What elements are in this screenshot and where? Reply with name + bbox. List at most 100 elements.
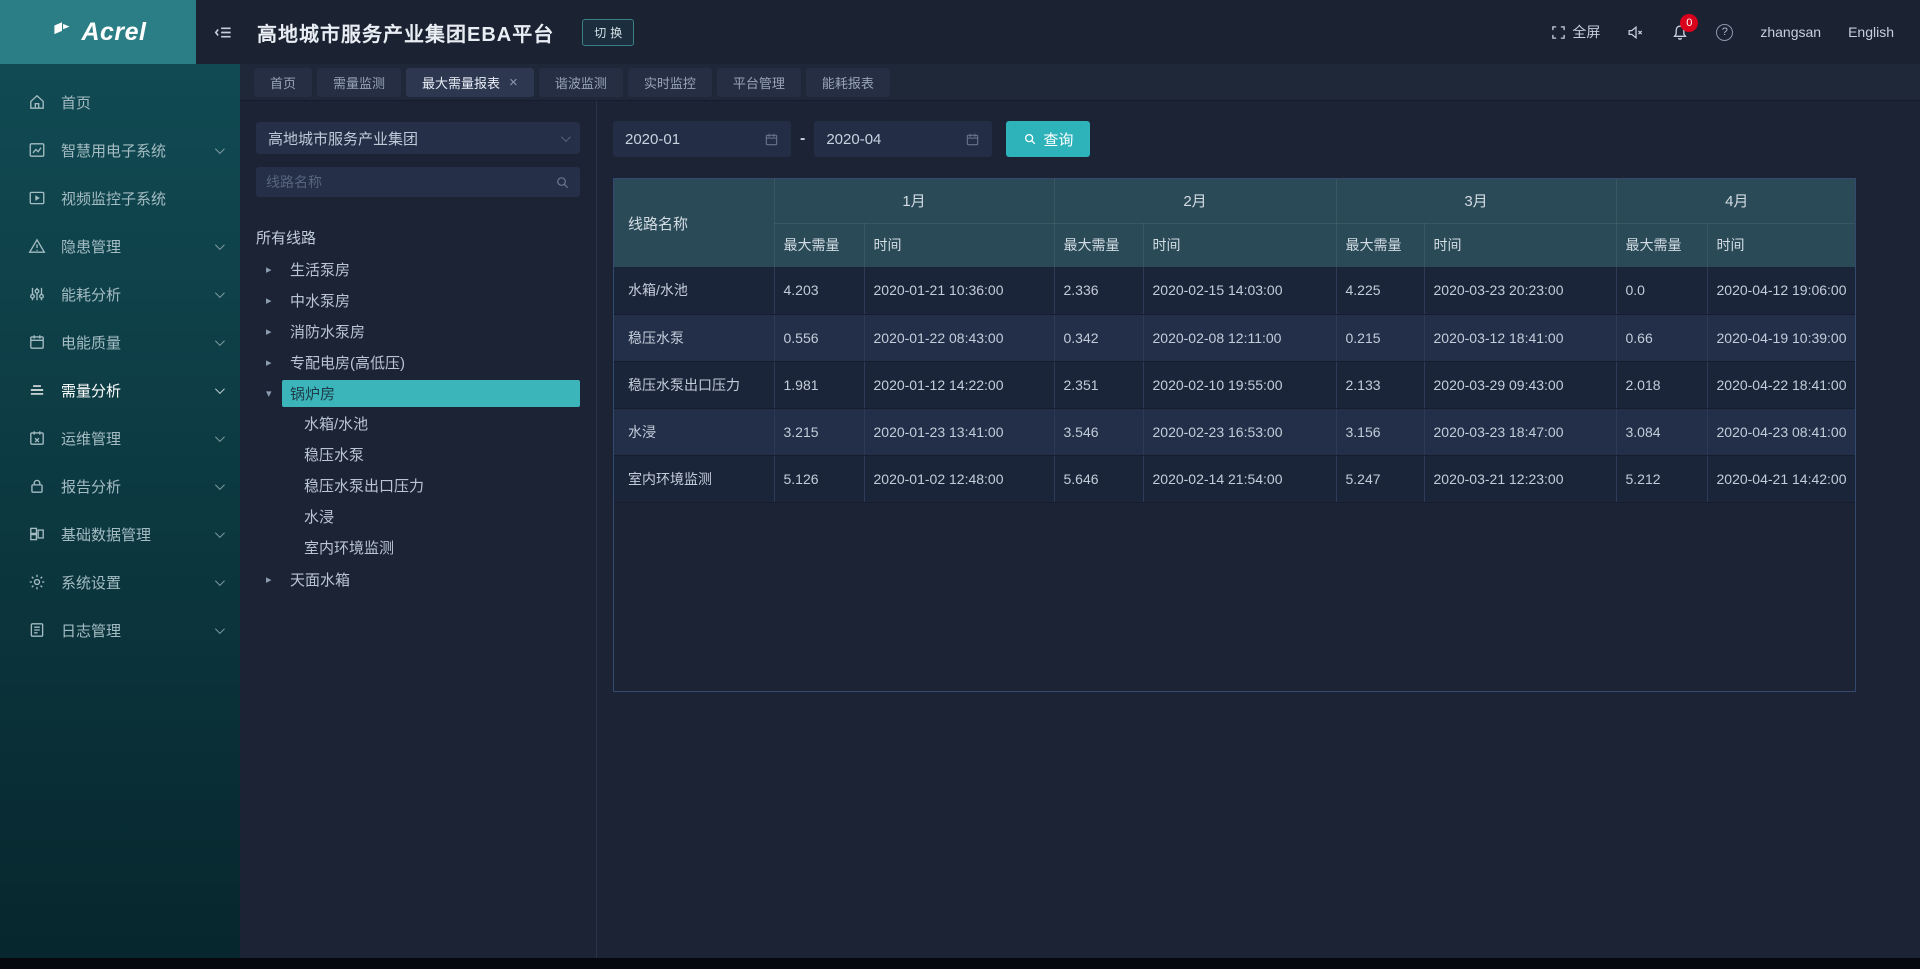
tree-expand-icon[interactable]: ▸ [266,573,282,586]
tab-label: 平台管理 [733,73,785,92]
tree-leaf[interactable]: 稳压水泵出口压力 [256,471,580,502]
tab-4[interactable]: 实时监控 [628,68,712,97]
sidebar-item-warning[interactable]: 隐患管理 [0,222,240,270]
sidebar-item-video[interactable]: 视频监控子系统 [0,174,240,222]
notifications-button[interactable]: 0 [1671,23,1689,41]
tree-leaf[interactable]: 水箱/水池 [256,409,580,440]
chevron-down-icon [215,432,225,442]
tab-0[interactable]: 首页 [254,68,312,97]
organization-select[interactable]: 高地城市服务产业集团 [256,122,580,154]
tree-node[interactable]: ▸ 消防水泵房 [256,316,580,347]
fullscreen-button[interactable]: 全屏 [1551,22,1600,42]
demand-cell: 0.215 [1336,314,1424,361]
table-row: 稳压水泵出口压力1.9812020-01-12 14:22:002.351202… [614,361,1856,408]
sliders-icon [28,285,46,303]
chart-icon [28,141,46,159]
database-icon [28,525,46,543]
chevron-down-icon [215,528,225,538]
sidebar-item-home[interactable]: 首页 [0,78,240,126]
query-button[interactable]: 查询 [1006,121,1090,157]
sidebar-item-maintenance[interactable]: 运维管理 [0,414,240,462]
list-icon [28,381,46,399]
demand-cell: 0.0 [1616,267,1707,314]
tree-node-label: 专配电房(高低压) [282,349,580,376]
tab-label: 需量监测 [333,73,385,92]
chevron-down-icon [561,132,571,142]
tree-leaf[interactable]: 室内环境监测 [256,533,580,564]
video-icon [28,189,46,207]
mute-icon[interactable] [1627,24,1644,41]
tree-node[interactable]: ▾ 锅炉房 [256,378,580,409]
sidebar-item-database[interactable]: 基础数据管理 [0,510,240,558]
horizontal-scrollbar-track[interactable] [0,958,1920,969]
tab-label: 最大需量报表 [422,73,500,92]
tab-1[interactable]: 需量监测 [317,68,401,97]
notification-badge: 0 [1680,14,1698,32]
demand-cell: 5.212 [1616,455,1707,502]
help-icon[interactable]: ? [1716,24,1733,41]
sidebar-item-lock[interactable]: 报告分析 [0,462,240,510]
close-icon[interactable]: × [509,75,518,90]
time-cell: 2020-02-15 14:03:00 [1143,267,1336,314]
username[interactable]: zhangsan [1760,24,1821,40]
lock-icon [28,477,46,495]
switch-button[interactable]: 切换 [582,19,634,46]
tree-leaf[interactable]: 水浸 [256,502,580,533]
time-cell: 2020-02-23 16:53:00 [1143,408,1336,455]
time-cell: 2020-04-21 14:42:00 [1707,455,1856,502]
sidebar-item-label: 首页 [61,92,222,113]
tab-5[interactable]: 平台管理 [717,68,801,97]
demand-cell: 3.084 [1616,408,1707,455]
tree-expand-icon[interactable]: ▸ [266,325,282,338]
tab-6[interactable]: 能耗报表 [806,68,890,97]
line-search-input[interactable] [266,174,555,190]
time-cell: 2020-04-19 10:39:00 [1707,314,1856,361]
tab-3[interactable]: 谐波监测 [539,68,623,97]
tree-node[interactable]: ▸ 专配电房(高低压) [256,347,580,378]
tab-2[interactable]: 最大需量报表 × [406,68,534,97]
sidebar-item-chart[interactable]: 智慧用电子系统 [0,126,240,174]
tree-node-label: 中水泵房 [282,287,580,314]
language-switch[interactable]: English [1848,24,1894,40]
demand-cell: 2.336 [1054,267,1143,314]
sidebar-item-log[interactable]: 日志管理 [0,606,240,654]
fullscreen-label: 全屏 [1572,22,1600,42]
sidebar-item-calendar[interactable]: 电能质量 [0,318,240,366]
tree-expand-icon[interactable]: ▸ [266,263,282,276]
sidebar-item-label: 视频监控子系统 [61,188,222,209]
tree-root[interactable]: 所有线路 [256,223,580,254]
tree-leaf[interactable]: 稳压水泵 [256,440,580,471]
tree-node[interactable]: ▸ 中水泵房 [256,285,580,316]
calendar-icon [965,132,980,147]
tree-node[interactable]: ▸ 生活泵房 [256,254,580,285]
column-header-line-name: 线路名称 [614,179,774,267]
column-header-demand: 最大需量 [1054,223,1143,267]
tree-expand-icon[interactable]: ▸ [266,294,282,307]
tree-expand-icon[interactable]: ▾ [266,387,282,400]
column-header-time: 时间 [1424,223,1616,267]
column-header-time: 时间 [1143,223,1336,267]
sidebar-item-sliders[interactable]: 能耗分析 [0,270,240,318]
sidebar-item-gear[interactable]: 系统设置 [0,558,240,606]
sidebar-item-list[interactable]: 需量分析 [0,366,240,414]
sidebar-item-label: 隐患管理 [61,236,215,257]
report-table: 线路名称1月2月3月4月 最大需量时间最大需量时间最大需量时间最大需量时间 水箱… [614,179,1856,503]
end-date-picker[interactable]: 2020-04 [814,121,992,157]
demand-cell: 0.342 [1054,314,1143,361]
chevron-down-icon [215,384,225,394]
time-cell: 2020-03-12 18:41:00 [1424,314,1616,361]
collapse-menu-icon[interactable] [214,23,233,42]
query-button-label: 查询 [1043,129,1073,150]
sidebar-item-label: 基础数据管理 [61,524,215,545]
tree-node[interactable]: ▸ 天面水箱 [256,564,580,595]
column-header-demand: 最大需量 [1616,223,1707,267]
line-name-cell: 室内环境监测 [614,455,774,502]
line-search-box[interactable] [256,167,580,197]
tree-expand-icon[interactable]: ▸ [266,356,282,369]
chevron-down-icon [215,336,225,346]
start-date-picker[interactable]: 2020-01 [613,121,791,157]
demand-cell: 3.156 [1336,408,1424,455]
table-row: 室内环境监测5.1262020-01-02 12:48:005.6462020-… [614,455,1856,502]
demand-cell: 0.556 [774,314,864,361]
demand-cell: 3.215 [774,408,864,455]
